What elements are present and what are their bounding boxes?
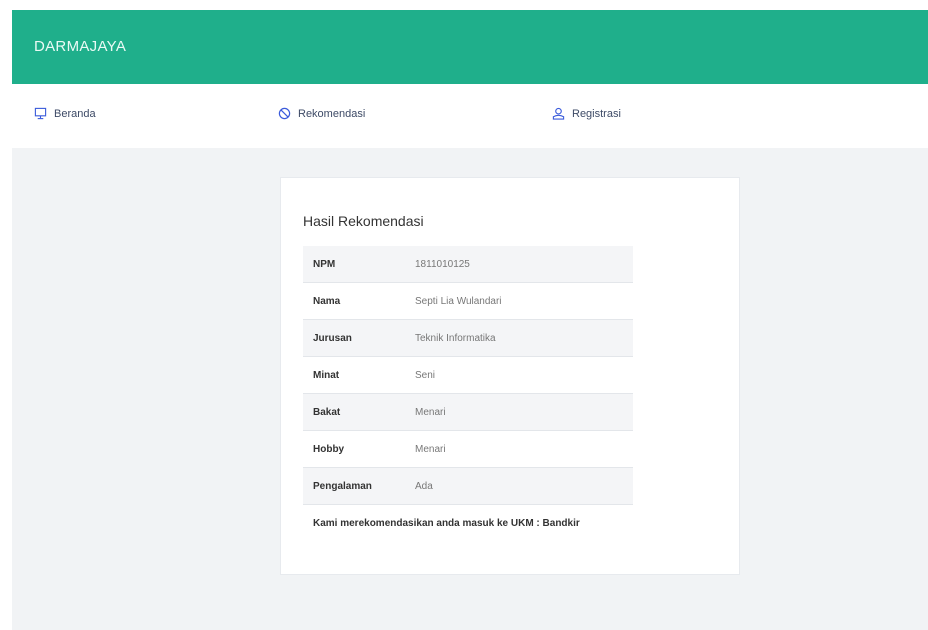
- row-value: Septi Lia Wulandari: [405, 282, 633, 320]
- table-row: Bakat Menari: [303, 393, 633, 431]
- recommendation-note: Kami merekomendasikan anda masuk ke UKM …: [313, 518, 580, 529]
- row-label: Pengalaman: [303, 467, 405, 505]
- nav-item-registrasi[interactable]: Registrasi: [552, 107, 621, 120]
- monitor-icon: [34, 107, 47, 120]
- result-title: Hasil Rekomendasi: [303, 213, 424, 229]
- row-value: Seni: [405, 356, 633, 394]
- rekomendasi-icon: [278, 107, 291, 120]
- top-header: DARMAJAYA: [12, 10, 928, 84]
- nav-item-label: Beranda: [54, 107, 96, 120]
- table-row: Hobby Menari: [303, 430, 633, 468]
- brand-logo-text[interactable]: DARMAJAYA: [34, 38, 126, 55]
- nav-item-rekomendasi[interactable]: Rekomendasi: [278, 107, 365, 120]
- nav-item-beranda[interactable]: Beranda: [34, 107, 96, 120]
- row-value: Menari: [405, 430, 633, 468]
- result-table: NPM 1811010125 Nama Septi Lia Wulandari …: [303, 246, 633, 505]
- table-row: Pengalaman Ada: [303, 467, 633, 505]
- result-card: Hasil Rekomendasi NPM 1811010125 Nama Se…: [280, 177, 740, 575]
- row-value: Menari: [405, 393, 633, 431]
- row-label: Jurusan: [303, 319, 405, 357]
- user-icon: [552, 107, 565, 120]
- table-row: Jurusan Teknik Informatika: [303, 319, 633, 357]
- nav-item-label: Registrasi: [572, 107, 621, 120]
- row-label: Hobby: [303, 430, 405, 468]
- table-row: NPM 1811010125: [303, 246, 633, 283]
- row-value: Ada: [405, 467, 633, 505]
- table-row: Nama Septi Lia Wulandari: [303, 282, 633, 320]
- row-label: Bakat: [303, 393, 405, 431]
- row-label: Minat: [303, 356, 405, 394]
- row-value: 1811010125: [405, 246, 633, 283]
- nav-item-label: Rekomendasi: [298, 107, 366, 120]
- row-value: Teknik Informatika: [405, 319, 633, 357]
- main-nav: Beranda Rekomendasi Registrasi: [12, 84, 928, 148]
- table-row: Minat Seni: [303, 356, 633, 394]
- row-label: NPM: [303, 246, 405, 283]
- row-label: Nama: [303, 282, 405, 320]
